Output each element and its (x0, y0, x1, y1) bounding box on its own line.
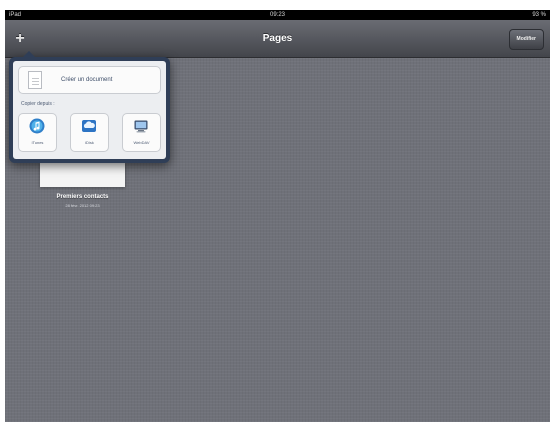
battery-indicator: 93 % (532, 12, 546, 18)
edit-button[interactable]: Modifier (508, 29, 544, 50)
navigation-bar: + Pages Modifier (5, 20, 550, 58)
source-label-idisk: iDisk (85, 140, 94, 145)
webdav-icon (134, 120, 148, 133)
copy-from-webdav-button[interactable]: WebDAV (122, 113, 161, 152)
itunes-icon (29, 118, 45, 134)
create-document-button[interactable]: Créer un document (18, 66, 161, 94)
ipad-screen: iPad 09:23 93 % + Pages Modifier Premier… (5, 10, 550, 422)
copy-from-label: Copier depuis : (21, 101, 55, 107)
document-title[interactable]: Premiers contacts (27, 194, 138, 200)
popover-content: Créer un document Copier depuis : iTunes… (13, 61, 166, 159)
source-label-itunes: iTunes (31, 140, 44, 145)
source-label-webdav: WebDAV (133, 140, 150, 145)
idisk-icon (82, 120, 96, 132)
blank-document-icon (28, 71, 42, 89)
copy-from-itunes-button[interactable]: iTunes (18, 113, 57, 152)
clock: 09:23 (269, 12, 285, 18)
add-document-popover: Créer un document Copier depuis : iTunes… (9, 51, 170, 163)
document-thumbnail[interactable] (40, 163, 125, 187)
page-title: Pages (262, 33, 293, 44)
popover-arrow (23, 51, 35, 57)
status-bar: iPad 09:23 93 % (5, 10, 550, 20)
document-date: 28 févr. 2012 09:23 (65, 203, 100, 208)
copy-from-idisk-button[interactable]: iDisk (70, 113, 109, 152)
create-document-label: Créer un document (61, 77, 113, 83)
